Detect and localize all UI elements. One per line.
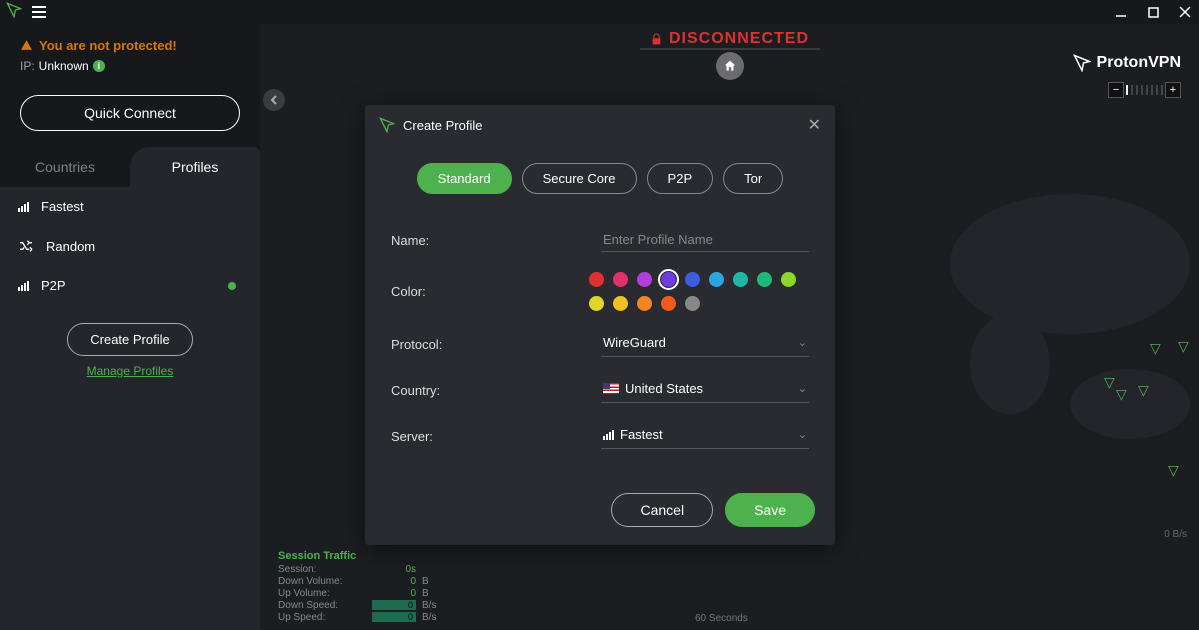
save-button[interactable]: Save [725,493,815,527]
title-bar [0,0,1199,24]
color-swatch[interactable] [613,296,628,311]
sidebar: You are not protected! IP: Unknown i Qui… [0,24,260,630]
shuffle-icon [18,238,34,254]
create-profile-dialog: Create Profile ✕ Standard Secure Core P2… [365,105,835,545]
signal-icon [603,430,614,440]
map-marker[interactable]: ▽ [1138,382,1149,399]
stats-title: Session Traffic [278,550,1181,562]
dialog-close-button[interactable]: ✕ [808,115,821,135]
type-standard[interactable]: Standard [417,163,512,194]
ip-info: IP: Unknown i [20,59,240,73]
tab-profiles[interactable]: Profiles [130,147,260,187]
type-p2p[interactable]: P2P [647,163,714,194]
status-dot [228,282,236,290]
type-securecore[interactable]: Secure Core [522,163,637,194]
color-swatch[interactable] [781,272,796,287]
profile-p2p[interactable]: P2P [0,266,260,305]
profile-fastest[interactable]: Fastest [0,187,260,226]
signal-icon [18,281,29,291]
map-marker[interactable]: ▽ [1178,338,1189,355]
color-swatch[interactable] [733,272,748,287]
maximize-button[interactable] [1145,4,1161,20]
profile-label: P2P [41,278,66,293]
dialog-title: Create Profile [403,118,482,133]
map-marker[interactable]: ▽ [1104,374,1115,391]
country-label: Country: [391,383,601,398]
color-swatch[interactable] [637,296,652,311]
protocol-select[interactable]: WireGuard⌄ [601,331,809,357]
map-marker[interactable]: ▽ [1116,386,1127,403]
menu-icon[interactable] [32,6,46,18]
color-picker [589,272,809,311]
tab-countries[interactable]: Countries [0,147,130,187]
map-marker[interactable]: ▽ [1150,340,1161,357]
profile-list: Fastest Random P2P Create Profile Manage… [0,187,260,630]
app-logo-icon [379,117,395,133]
protocol-label: Protocol: [391,337,601,352]
color-label: Color: [391,284,589,299]
protection-warning: You are not protected! [20,38,240,53]
quick-connect-button[interactable]: Quick Connect [20,95,240,131]
color-swatch[interactable] [661,272,676,287]
name-label: Name: [391,233,601,248]
color-swatch[interactable] [661,296,676,311]
color-swatch[interactable] [709,272,724,287]
map-marker[interactable]: ▽ [1168,462,1179,479]
chevron-down-icon: ⌄ [798,382,807,395]
color-swatch[interactable] [685,296,700,311]
profile-label: Random [46,239,95,254]
minimize-button[interactable] [1113,4,1129,20]
create-profile-button[interactable]: Create Profile [67,323,192,356]
color-swatch[interactable] [613,272,628,287]
color-swatch[interactable] [589,272,604,287]
chevron-down-icon: ⌄ [798,336,807,349]
color-swatch[interactable] [589,296,604,311]
color-swatch[interactable] [637,272,652,287]
profile-label: Fastest [41,199,84,214]
close-button[interactable] [1177,4,1193,20]
color-swatch[interactable] [757,272,772,287]
color-swatch[interactable] [685,272,700,287]
axis-label: 0 B/s [1164,529,1187,540]
time-axis-label: 60 Seconds [695,613,748,624]
server-label: Server: [391,429,601,444]
profile-name-input[interactable] [601,228,809,252]
flag-us-icon [603,383,619,394]
warning-text: You are not protected! [39,38,177,53]
profile-random[interactable]: Random [0,226,260,266]
type-tor[interactable]: Tor [723,163,783,194]
app-logo-icon [6,2,22,23]
cancel-button[interactable]: Cancel [611,493,713,527]
session-stats: Session Traffic Session:0s Down Volume:0… [260,544,1199,630]
chevron-down-icon: ⌄ [798,428,807,441]
server-select[interactable]: Fastest⌄ [601,423,809,449]
manage-profiles-link[interactable]: Manage Profiles [0,364,260,378]
country-select[interactable]: United States⌄ [601,377,809,403]
info-icon[interactable]: i [93,60,105,72]
signal-icon [18,202,29,212]
profile-type-tabs: Standard Secure Core P2P Tor [391,163,809,194]
